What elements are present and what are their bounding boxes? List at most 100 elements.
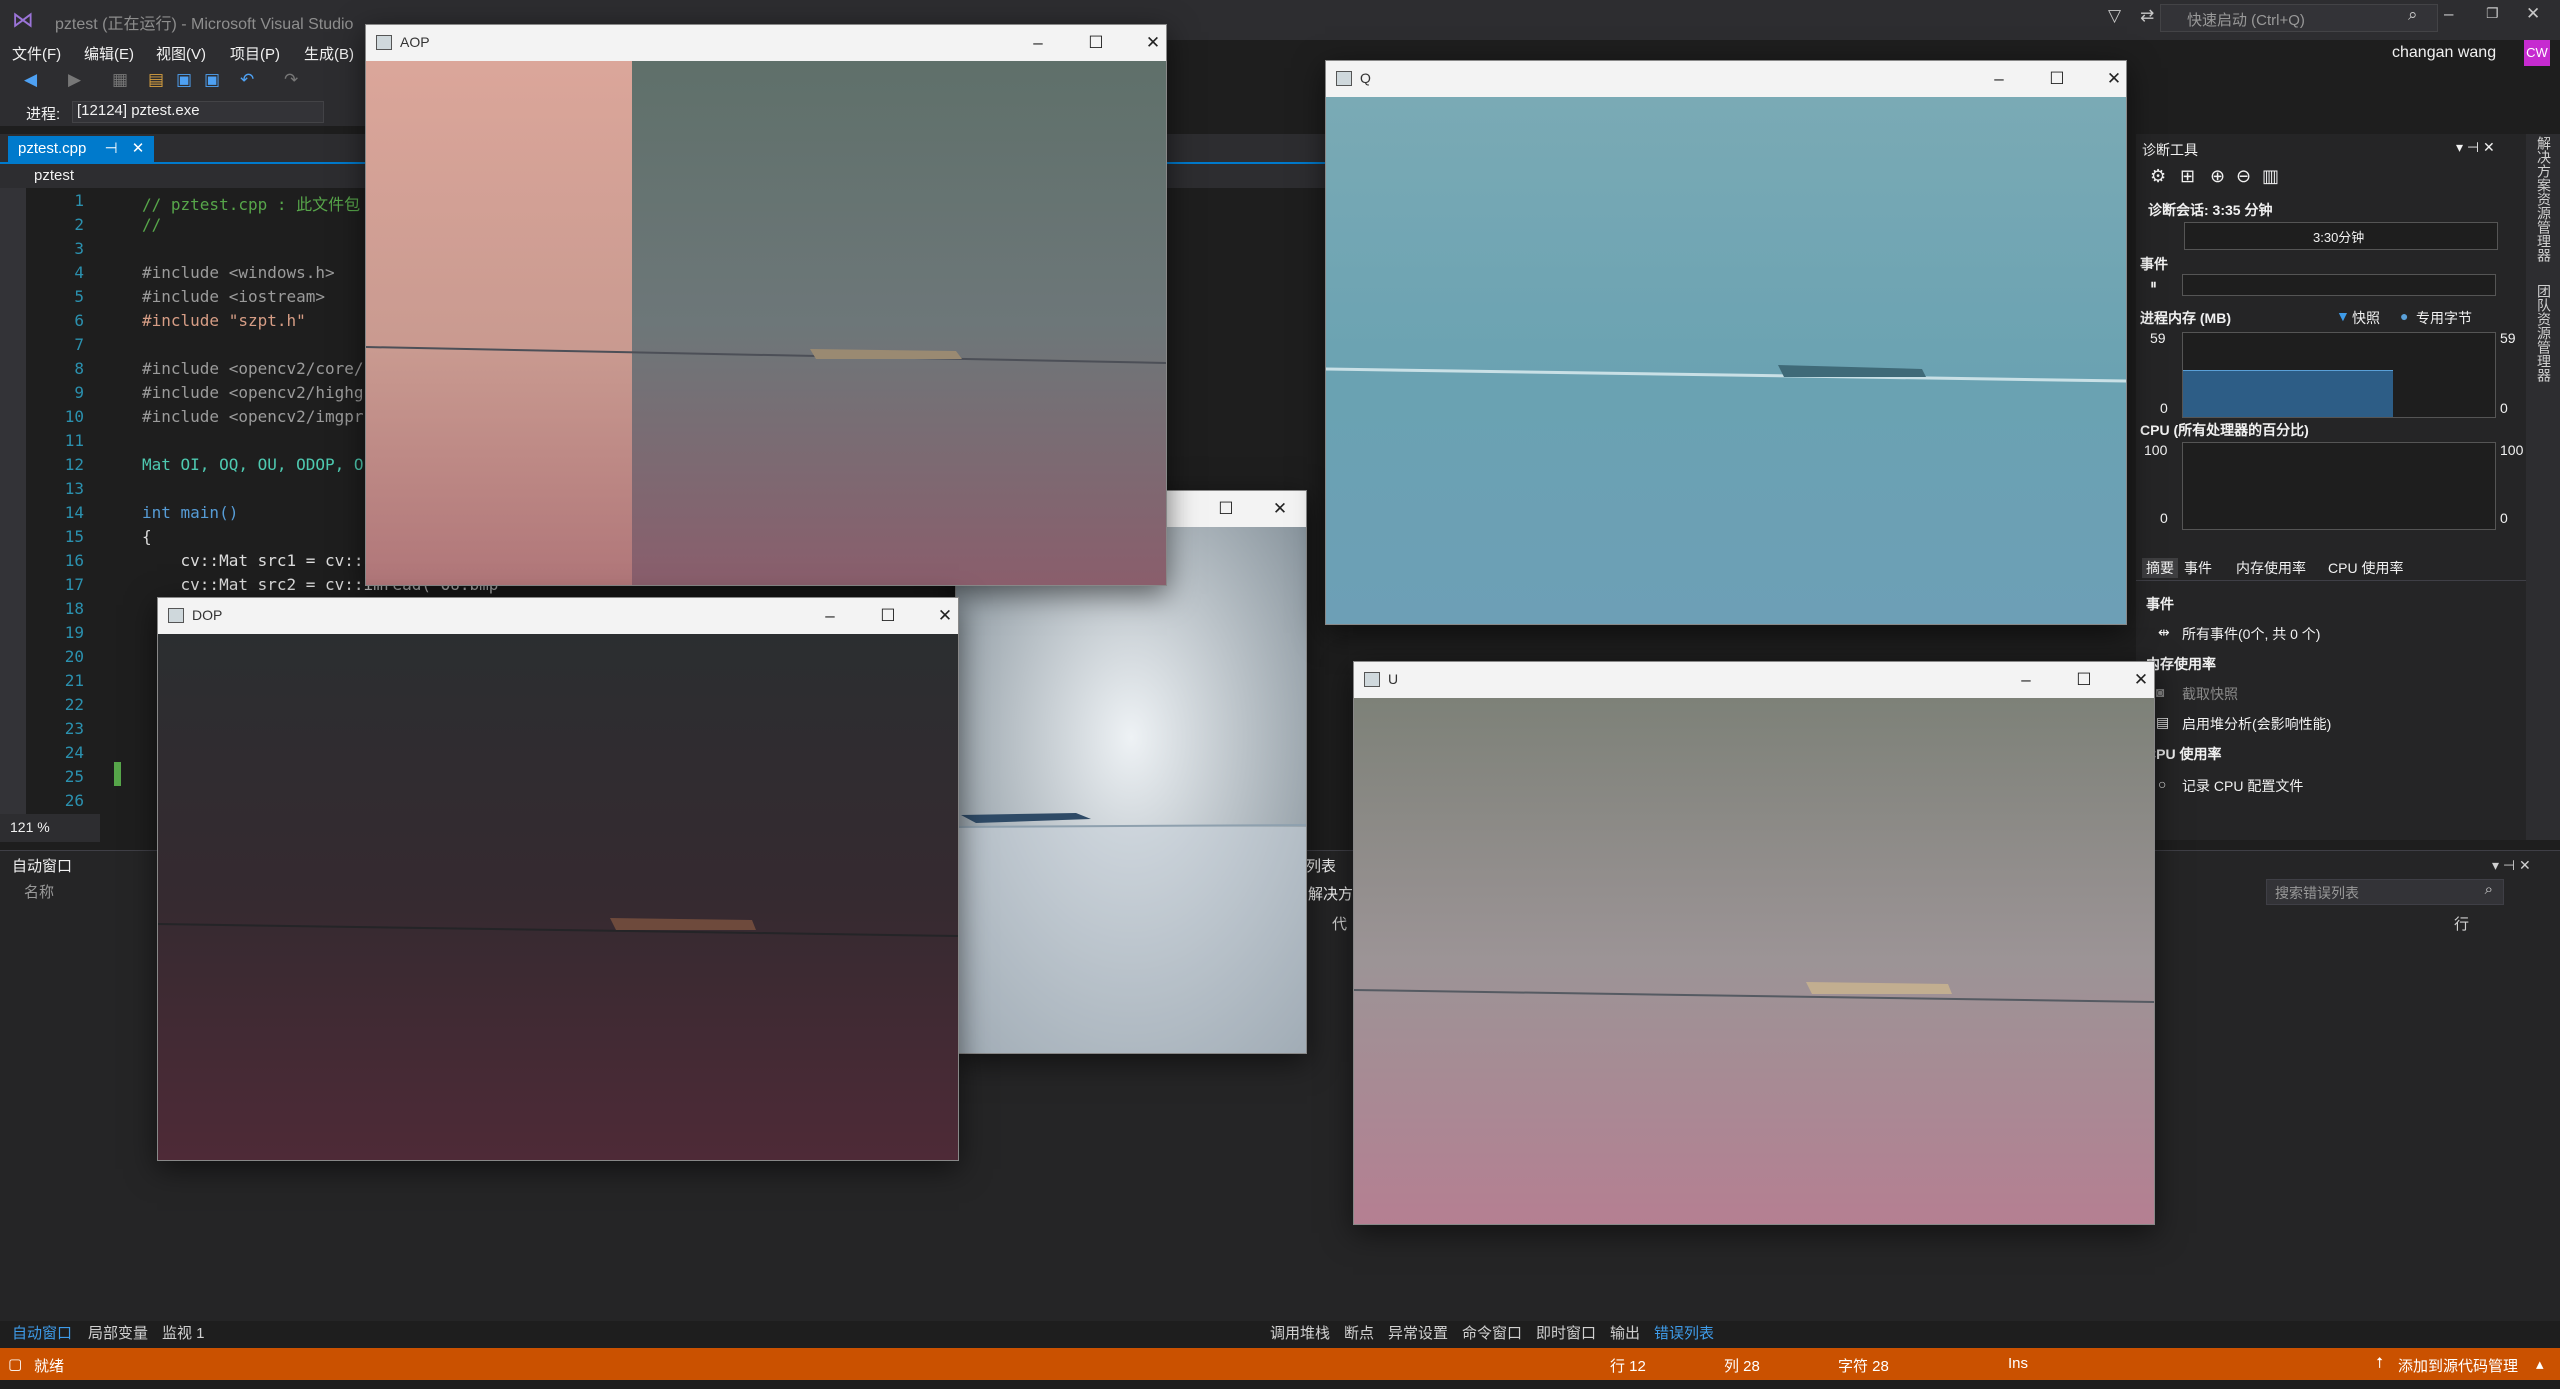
redo-icon[interactable]: ↷ (284, 70, 298, 90)
tab-close-icon[interactable]: ✕ (132, 140, 145, 157)
status-column: 列 28 (1724, 1358, 1760, 1375)
window-title-bar[interactable]: AOP – ☐ ✕ (366, 25, 1166, 61)
timeline-ruler[interactable]: 3:30分钟 (2184, 222, 2498, 250)
chevron-up-icon[interactable]: ▴ (2536, 1355, 2544, 1373)
error-search-box[interactable]: 搜索错误列表 ⌕ (2266, 879, 2504, 905)
maximize-icon[interactable]: ☐ (2037, 65, 2077, 93)
select-tools-icon[interactable]: ⊞ (2180, 166, 2195, 187)
zoom-level[interactable]: 121 % (0, 814, 100, 842)
image-window-aop[interactable]: AOP – ☐ ✕ (365, 24, 1167, 586)
minimize-icon[interactable]: – (2444, 4, 2453, 24)
back-icon[interactable]: ◀ (24, 70, 37, 90)
filter-icon[interactable]: ▽ (2108, 6, 2121, 26)
window-title: pztest (正在运行) - Microsoft Visual Studio (55, 16, 354, 33)
heap-analysis-link[interactable]: 启用堆分析(会影响性能) (2182, 714, 2331, 734)
new-item-icon[interactable]: ▦ (112, 70, 128, 90)
diag-pane-controls-icon[interactable]: ▾ ⊣ ✕ (2456, 139, 2495, 156)
process-dropdown[interactable]: [12124] pztest.exe (72, 101, 324, 123)
image-window-dop[interactable]: DOP – ☐ ✕ (157, 597, 959, 1161)
restore-icon[interactable]: ❐ (2486, 5, 2499, 22)
image-window-q[interactable]: Q – ☐ ✕ (1325, 60, 2127, 625)
diag-tab-cpu[interactable]: CPU 使用率 (2328, 558, 2403, 578)
solution-explorer-tab[interactable]: 解决方案资源管理器 (2534, 136, 2554, 262)
search-icon[interactable]: ⌕ (2408, 5, 2418, 25)
close-icon[interactable]: ✕ (2094, 65, 2134, 93)
save-all-icon[interactable]: ▣ (204, 70, 220, 90)
save-icon[interactable]: ▣ (176, 70, 192, 90)
tab-watch-1[interactable]: 监视 1 (162, 1322, 205, 1343)
maximize-icon[interactable]: ☐ (1206, 495, 1246, 523)
diag-tab-events[interactable]: 事件 (2184, 558, 2212, 578)
close-icon[interactable]: ✕ (2526, 4, 2540, 24)
diag-session-time: 诊断会话: 3:35 分钟 (2148, 202, 2273, 218)
reset-view-icon[interactable]: ▥ (2262, 166, 2279, 187)
heap-icon: ▤ (2156, 714, 2170, 730)
maximize-icon[interactable]: ☐ (868, 602, 908, 630)
all-events-link[interactable]: 所有事件(0个, 共 0 个) (2182, 624, 2320, 644)
pause-icon[interactable]: ⏸ (2150, 276, 2157, 293)
avatar[interactable]: CW (2524, 40, 2550, 66)
tab-exception-settings[interactable]: 异常设置 (1388, 1322, 1448, 1343)
window-title-bar[interactable]: Q – ☐ ✕ (1326, 61, 2126, 97)
tab-pztest-cpp[interactable]: pztest.cpp ⊣ ✕ (8, 136, 155, 162)
diag-tab-summary[interactable]: 摘要 (2142, 558, 2178, 578)
forward-icon[interactable]: ▶ (68, 70, 81, 90)
solution-filter[interactable]: 解决方 (1308, 883, 1353, 904)
close-icon[interactable]: ✕ (2121, 666, 2161, 694)
maximize-icon[interactable]: ☐ (1076, 29, 1116, 57)
quick-launch-box[interactable]: 快速启动 (Ctrl+Q) (2160, 4, 2438, 32)
close-icon[interactable]: ✕ (1133, 29, 1173, 57)
user-name[interactable]: changan wang (2392, 44, 2496, 62)
menu-edit[interactable]: 编辑(E) (84, 43, 134, 64)
minimize-icon[interactable]: – (810, 602, 850, 630)
tab-command-window[interactable]: 命令窗口 (1462, 1322, 1522, 1343)
tab-output[interactable]: 输出 (1610, 1322, 1640, 1343)
line-number: 20 (64, 647, 84, 666)
nav-project[interactable]: pztest (34, 167, 74, 184)
open-folder-icon[interactable]: ▤ (148, 70, 164, 90)
summary-cpu-section: CPU 使用率 (2146, 746, 2222, 762)
tab-locals[interactable]: 局部变量 (88, 1322, 148, 1343)
window-title-bar[interactable]: U – ☐ ✕ (1354, 662, 2154, 698)
tab-error-list[interactable]: 错误列表 (1654, 1322, 1714, 1343)
settings-gear-icon[interactable]: ⚙ (2150, 166, 2166, 187)
upload-icon[interactable]: ⭡ (2376, 1355, 2383, 1372)
tab-call-stack[interactable]: 调用堆栈 (1270, 1322, 1330, 1343)
image-window-u[interactable]: U – ☐ ✕ (1353, 661, 2155, 1225)
feedback-icon[interactable]: ⇄ (2140, 6, 2154, 26)
line-number: 22 (64, 695, 84, 714)
menu-project[interactable]: 项目(P) (230, 43, 280, 64)
undo-icon[interactable]: ↶ (240, 70, 254, 90)
zoom-out-icon[interactable]: ⊖ (2236, 166, 2251, 187)
cpu-header[interactable]: CPU (所有处理器的百分比) (2140, 420, 2309, 440)
autos-column-name[interactable]: 名称 (24, 881, 54, 902)
minimize-icon[interactable]: – (2006, 666, 2046, 694)
memory-header[interactable]: 进程内存 (MB) (2140, 308, 2231, 328)
tab-breakpoints[interactable]: 断点 (1344, 1322, 1374, 1343)
menu-build[interactable]: 生成(B) (304, 43, 354, 64)
pin-icon[interactable]: ⊣ (105, 140, 118, 157)
diag-tab-memory[interactable]: 内存使用率 (2236, 558, 2306, 578)
menu-file[interactable]: 文件(F) (12, 43, 61, 64)
snapshot-marker-icon: ▼ (2336, 308, 2350, 324)
close-icon[interactable]: ✕ (925, 602, 965, 630)
line-number: 19 (64, 623, 84, 642)
code-column[interactable]: 代 (1332, 913, 1347, 934)
maximize-icon[interactable]: ☐ (2064, 666, 2104, 694)
team-explorer-tab[interactable]: 团队资源管理器 (2534, 284, 2554, 382)
menu-view[interactable]: 视图(V) (156, 43, 206, 64)
minimize-icon[interactable]: – (1979, 65, 2019, 93)
record-cpu-profile-link[interactable]: 记录 CPU 配置文件 (2182, 776, 2303, 796)
close-icon[interactable]: ✕ (1260, 495, 1300, 523)
tab-autos[interactable]: 自动窗口 (12, 1322, 72, 1343)
add-to-source-control[interactable]: 添加到源代码管理 (2398, 1355, 2518, 1376)
pane-options-icon[interactable]: ▾ ⊣ ✕ (2492, 857, 2531, 874)
minimize-icon[interactable]: – (1018, 29, 1058, 57)
zoom-in-icon[interactable]: ⊕ (2210, 166, 2225, 187)
window-title-bar[interactable]: DOP – ☐ ✕ (158, 598, 958, 634)
tab-immediate-window[interactable]: 即时窗口 (1536, 1322, 1596, 1343)
seascape-image-bright (956, 527, 1306, 1053)
line-column[interactable]: 行 (2454, 913, 2469, 934)
events-header[interactable]: 事件 (2140, 254, 2168, 274)
take-snapshot-button[interactable]: 截取快照 (2182, 684, 2238, 704)
